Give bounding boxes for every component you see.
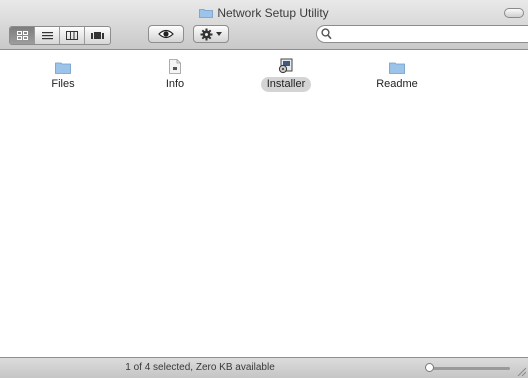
folder-icon	[389, 62, 405, 74]
status-bar: 1 of 4 selected, Zero KB available	[0, 357, 528, 378]
window-title-text: Network Setup Utility	[217, 6, 329, 20]
quick-look-button[interactable]	[148, 25, 184, 43]
file-browser-area[interactable]: Files Info Installer Readme	[0, 50, 528, 357]
window-title: Network Setup Utility	[0, 6, 528, 20]
status-text: 1 of 4 selected, Zero KB available	[125, 362, 275, 373]
file-label: Files	[51, 78, 75, 90]
list-icon	[41, 32, 53, 40]
column-view-button[interactable]	[60, 27, 85, 44]
gear-icon	[200, 28, 213, 40]
file-label: Readme	[376, 78, 418, 90]
slider-knob[interactable]	[425, 363, 434, 372]
coverflow-view-button[interactable]	[85, 27, 110, 44]
action-menu-button[interactable]	[193, 25, 229, 43]
chevron-down-icon	[216, 32, 222, 36]
folder-icon	[55, 62, 71, 74]
file-item-readme[interactable]: Readme	[357, 56, 437, 92]
grid-icon	[16, 31, 28, 40]
columns-icon	[66, 31, 78, 40]
file-item-installer[interactable]: Installer	[246, 56, 326, 92]
installer-icon	[278, 58, 293, 74]
document-icon	[169, 59, 181, 74]
file-item-info[interactable]: Info	[135, 56, 215, 92]
view-mode-segmented-control	[9, 26, 111, 45]
file-label: Info	[165, 78, 185, 90]
window-titlebar: Network Setup Utility	[0, 0, 528, 50]
folder-icon	[199, 9, 214, 18]
file-item-files[interactable]: Files	[23, 56, 103, 92]
search-icon	[321, 28, 332, 40]
list-view-button[interactable]	[35, 27, 60, 44]
eye-icon	[158, 29, 174, 39]
icon-size-slider[interactable]	[425, 363, 510, 372]
icon-view-button[interactable]	[10, 27, 35, 44]
resize-grip-icon[interactable]	[516, 366, 526, 376]
file-label: Installer	[260, 77, 312, 92]
coverflow-icon	[91, 32, 104, 39]
search-input[interactable]	[335, 27, 520, 41]
toolbar-toggle-button[interactable]	[504, 8, 524, 18]
search-field[interactable]	[316, 25, 528, 43]
